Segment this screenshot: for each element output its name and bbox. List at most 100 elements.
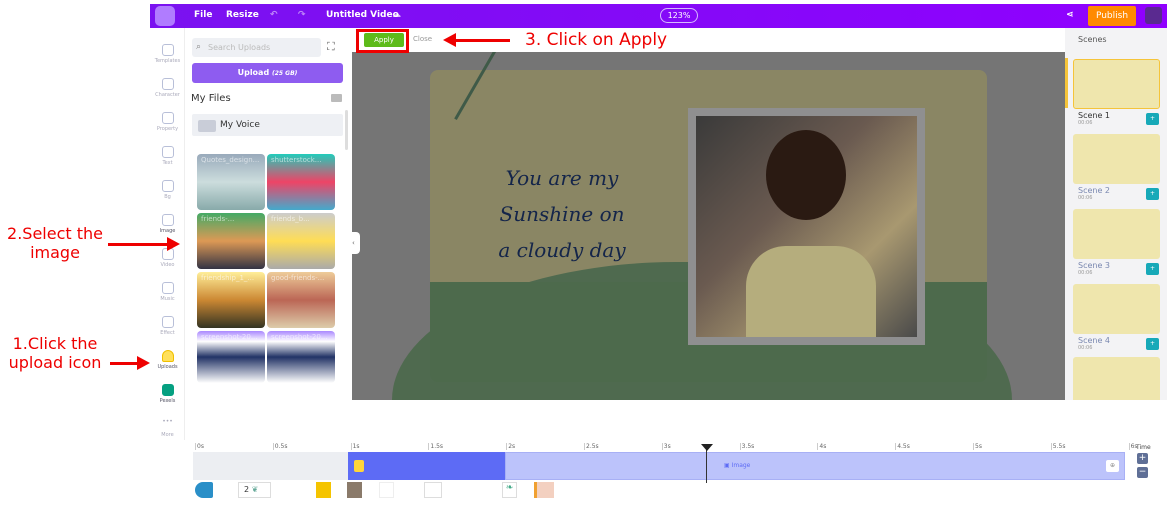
photo-subject-body	[746, 246, 876, 337]
icon-sidebar: Templates Character Property Text Bg Image Vid…	[150, 28, 185, 440]
redo-icon[interactable]: ↷	[298, 10, 306, 20]
upload-thumbnail[interactable]: friends-...	[197, 213, 265, 269]
layer-thumbnail[interactable]	[424, 482, 442, 498]
scenes-panel: Scenes Scene 1 00:06 + Scene 2 00:06 + Scene 3…	[1065, 28, 1167, 400]
share-icon[interactable]: ⋖	[1066, 10, 1074, 20]
cloud-upload-icon	[161, 350, 174, 362]
layer-count: 2	[244, 485, 250, 494]
sidebar-item-uploads[interactable]: Uploads	[150, 350, 185, 370]
zoom-out-button[interactable]: −	[1137, 467, 1148, 478]
more-icon: •••	[162, 418, 173, 425]
add-scene-button[interactable]: +	[1146, 338, 1159, 350]
zoom-level[interactable]: 123%	[660, 8, 698, 23]
layer-thumbnail[interactable]	[379, 482, 394, 498]
templates-icon	[161, 44, 174, 56]
undo-icon[interactable]: ↶	[270, 10, 278, 20]
sidebar-item-effect[interactable]: Effect	[150, 316, 185, 336]
scene-thumbnail[interactable]	[1073, 209, 1160, 259]
canvas-text-line[interactable]: You are my	[482, 160, 642, 196]
layer-thumbnail[interactable]	[316, 482, 331, 498]
upload-thumbnail[interactable]: shutterstock...	[267, 154, 335, 210]
upload-thumbnail[interactable]: screenshot-20...	[267, 331, 335, 383]
layer-thumbnail[interactable]	[347, 482, 362, 498]
app-logo[interactable]	[155, 6, 175, 26]
sidebar-item-music[interactable]: Music	[150, 282, 185, 302]
sidebar-item-text[interactable]: Text	[150, 146, 185, 166]
thumbnail-filename: friends-...	[201, 215, 235, 223]
scene-label[interactable]: Scene 1 00:06	[1078, 111, 1110, 126]
canvas[interactable]: You are my Sunshine on a cloudy day ‹	[352, 52, 1065, 400]
new-folder-icon[interactable]	[331, 94, 342, 102]
cloud-save-icon: ☁	[392, 10, 401, 20]
timeline-tick: 4.5s	[895, 443, 910, 450]
folder-label: My Voice	[220, 120, 260, 130]
thumbnail-filename: friends_b...	[271, 215, 310, 223]
playhead-handle[interactable]	[701, 444, 713, 451]
scene-thumbnail[interactable]	[1073, 284, 1160, 334]
fullscreen-icon[interactable]: ⛶	[327, 40, 335, 54]
sidebar-item-templates[interactable]: Templates	[150, 44, 185, 64]
upload-thumbnail[interactable]: friendship_1_...	[197, 272, 265, 328]
scrollbar[interactable]	[345, 110, 348, 150]
add-scene-button[interactable]: +	[1146, 263, 1159, 275]
resize-menu[interactable]: Resize	[226, 10, 259, 20]
scene-name: Scene 2	[1078, 186, 1111, 195]
scene-thumbnail[interactable]	[1073, 59, 1160, 109]
timeline-tick: 0s	[195, 443, 204, 450]
annotation-step-2: 2.Select the image	[7, 224, 103, 262]
zoom-in-button[interactable]: +	[1137, 453, 1148, 464]
collapse-panel-handle[interactable]: ‹	[352, 232, 360, 254]
timeline-clip-selected[interactable]	[348, 452, 505, 480]
close-button[interactable]: Close	[413, 35, 432, 43]
layer-thumbnail[interactable]	[534, 482, 554, 498]
sidebar-item-pexels[interactable]: Pexels	[150, 384, 185, 404]
upload-thumbnail[interactable]: Quotes_design...	[197, 154, 265, 210]
layer-thumbnail[interactable]	[195, 482, 213, 498]
photo-frame[interactable]	[688, 108, 925, 345]
upload-thumbnail[interactable]: friends_b...	[267, 213, 335, 269]
upload-thumbnail[interactable]: good-friends-...	[267, 272, 335, 328]
search-input[interactable]: Search Uploads	[192, 38, 321, 57]
my-files-heading: My Files	[191, 93, 231, 104]
scene-label[interactable]: Scene 4 00:06	[1078, 336, 1110, 351]
scene-thumbnail[interactable]	[1073, 357, 1160, 400]
avatar[interactable]	[1145, 7, 1162, 24]
sidebar-item-label: Music	[160, 296, 175, 302]
canvas-text-line[interactable]: a cloudy day	[482, 232, 642, 268]
canvas-text-line[interactable]: Sunshine on	[482, 196, 642, 232]
image-icon	[161, 214, 174, 226]
property-icon	[161, 112, 174, 124]
sidebar-item-video[interactable]: Video	[150, 248, 185, 268]
timeline-clip-image[interactable]: ▣ Image ⊕	[505, 452, 1125, 480]
layer-group[interactable]: 2 ❦	[238, 482, 271, 498]
uploads-panel: Search Uploads ⌕ ⛶ Upload (25 GB) My Fil…	[185, 28, 352, 400]
timeline-tick: 0.5s	[272, 443, 288, 450]
scene-label[interactable]: Scene 2 00:06	[1078, 186, 1110, 201]
add-scene-button[interactable]: +	[1146, 188, 1159, 200]
sidebar-item-character[interactable]: Character	[150, 78, 185, 98]
video-title[interactable]: Untitled Video	[326, 10, 399, 20]
pexels-icon	[161, 384, 174, 396]
sidebar-item-more[interactable]: ••• More	[150, 418, 185, 438]
sidebar-item-label: Templates	[154, 58, 181, 64]
timeline-tick: 5s	[973, 443, 982, 450]
publish-button[interactable]: Publish	[1088, 6, 1136, 26]
photo-image[interactable]	[696, 116, 917, 337]
character-icon	[161, 78, 174, 90]
sidebar-item-property[interactable]: Property	[150, 112, 185, 132]
time-label: Time	[1136, 444, 1151, 451]
timeline-tick: 1s	[350, 443, 360, 450]
sidebar-item-bg[interactable]: Bg	[150, 180, 185, 200]
scenes-title: Scenes	[1078, 35, 1107, 44]
sidebar-item-image[interactable]: Image	[150, 214, 185, 234]
upload-button[interactable]: Upload (25 GB)	[192, 63, 343, 83]
add-scene-button[interactable]: +	[1146, 113, 1159, 125]
upload-thumbnail[interactable]: screenshot-20...	[197, 331, 265, 383]
file-menu[interactable]: File	[194, 10, 212, 20]
clip-label: ▣ Image	[724, 462, 751, 469]
layer-thumbnail[interactable]: ❧	[502, 482, 517, 498]
scene-label[interactable]: Scene 3 00:06	[1078, 261, 1110, 276]
clip-settings-icon[interactable]: ⊕	[1106, 460, 1119, 472]
scene-thumbnail[interactable]	[1073, 134, 1160, 184]
scene-duration: 00:06	[1078, 270, 1093, 276]
